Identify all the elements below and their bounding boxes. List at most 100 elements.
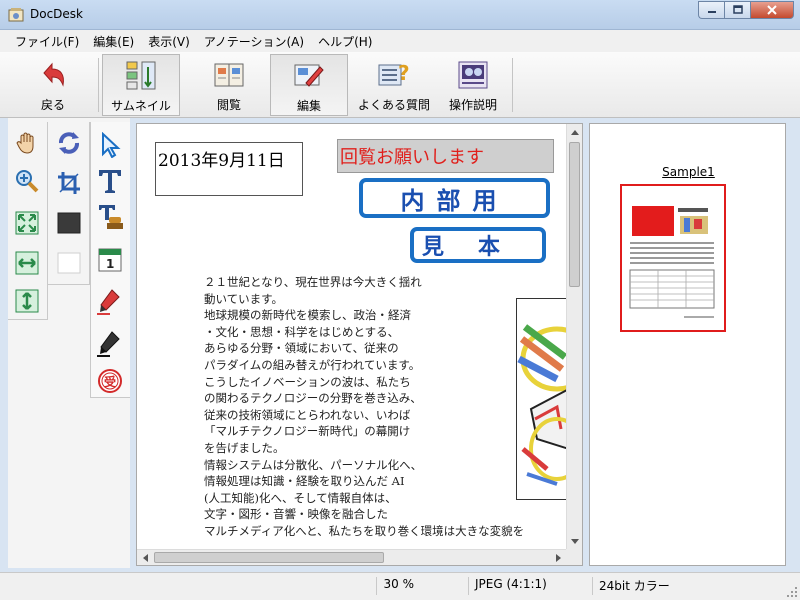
seal-stamp-tool[interactable]: 受 xyxy=(95,366,125,396)
pointer-tool[interactable] xyxy=(95,130,125,160)
body-line: (人工知能)化へ、そして情報自体は、 xyxy=(204,490,397,505)
menu-file[interactable]: ファイル(F) xyxy=(8,33,86,50)
menu-annotation[interactable]: アノテーション(A) xyxy=(197,33,311,50)
edit-icon xyxy=(294,64,324,87)
close-icon xyxy=(767,5,777,15)
back-arrow-icon xyxy=(43,62,64,87)
caret-right-icon xyxy=(556,554,561,562)
minimize-icon xyxy=(707,11,716,13)
red-marker-tool[interactable] xyxy=(95,286,125,316)
faq-question-icon: ? xyxy=(378,61,410,86)
fill-black-tool[interactable] xyxy=(54,208,84,238)
body-line: ２１世紀となり、現在世界は今大きく揺れ xyxy=(204,275,422,289)
caret-left-icon xyxy=(143,554,148,562)
edit-button[interactable]: 編集 xyxy=(270,54,348,116)
scroll-left-arrow[interactable] xyxy=(137,550,153,566)
page-thumbnail[interactable] xyxy=(620,184,726,332)
close-button[interactable] xyxy=(750,1,794,19)
hand-tool[interactable] xyxy=(12,128,42,158)
horizontal-scrollbar[interactable] xyxy=(137,549,567,565)
thumbnail-panel: Sample1 xyxy=(589,123,786,566)
text-tool[interactable] xyxy=(95,166,125,196)
zoom-level: 30 % xyxy=(376,577,468,595)
red-marker-icon xyxy=(97,289,120,315)
fit-width-icon xyxy=(15,251,39,275)
thumbnail-button[interactable]: サムネイル xyxy=(102,54,180,116)
fit-width-tool[interactable] xyxy=(12,248,42,278)
crop-icon xyxy=(58,172,80,194)
date-stamp-icon: 1 xyxy=(98,248,122,272)
date-stamp-tool[interactable]: 1 xyxy=(95,244,125,274)
fill-white-tool[interactable] xyxy=(54,248,84,278)
manual-button[interactable]: 操作説明 xyxy=(440,54,506,116)
black-marker-tool[interactable] xyxy=(95,328,125,358)
vertical-scrollbar[interactable] xyxy=(566,124,582,550)
scroll-right-arrow[interactable] xyxy=(551,550,567,566)
body-line: マルチメディア化へと、私たちを取り巻く環境は大きな変貌を xyxy=(204,523,525,538)
internal-use-stamp[interactable]: 内部用 xyxy=(359,178,550,218)
fit-height-icon xyxy=(15,289,39,313)
caret-down-icon xyxy=(571,539,579,544)
menu-help[interactable]: ヘルプ(H) xyxy=(311,33,379,50)
body-line: こうしたイノベーションの波は、私たち xyxy=(204,374,411,389)
document-viewer[interactable]: 2013年9月11日 回覧お願いします 内部用 見本 ２１世紀となり、現在世界は… xyxy=(136,123,583,566)
svg-text:1: 1 xyxy=(106,257,114,271)
illustration-image xyxy=(516,298,568,500)
zoom-icon xyxy=(16,170,39,193)
thumbnail-icon xyxy=(126,61,156,90)
body-line: 地球規模の新時代を模索し、政治・経済 xyxy=(204,308,411,323)
body-line: あらゆる分野・領域において、従来の xyxy=(204,341,399,356)
menu-view[interactable]: 表示(V) xyxy=(141,33,197,50)
svg-text:受: 受 xyxy=(104,374,116,389)
date-annotation[interactable]: 2013年9月11日 xyxy=(155,142,303,196)
scroll-down-arrow[interactable] xyxy=(567,534,583,550)
maximize-button[interactable] xyxy=(724,1,750,19)
black-marker-icon xyxy=(97,331,120,357)
window-title: DocDesk xyxy=(30,7,84,21)
scroll-corner xyxy=(566,549,582,565)
sample-stamp[interactable]: 見本 xyxy=(410,227,546,263)
zoom-tool[interactable] xyxy=(12,166,42,196)
back-button[interactable]: 戻る xyxy=(20,54,86,116)
fit-height-tool[interactable] xyxy=(12,286,42,316)
faq-button[interactable]: ? よくある質問 xyxy=(352,54,436,116)
body-line: 「マルチテクノロジー新時代」の幕開け xyxy=(204,424,411,439)
image-tools-group xyxy=(48,122,90,285)
vertical-scroll-thumb[interactable] xyxy=(569,142,580,287)
text-stamp-icon xyxy=(99,205,123,229)
scroll-up-arrow[interactable] xyxy=(567,124,583,140)
hand-icon xyxy=(16,132,34,154)
fill-white-icon xyxy=(57,252,81,274)
toolbar: 戻る サムネイル 閲覧 編集 ? よくある質問 操作説明 xyxy=(0,52,800,118)
fill-black-icon xyxy=(57,212,81,234)
view-button[interactable]: 閲覧 xyxy=(192,54,266,116)
horizontal-scroll-thumb[interactable] xyxy=(154,552,384,563)
status-bar: 30 % JPEG (4:1:1) 24bit カラー xyxy=(0,572,800,600)
minimize-button[interactable] xyxy=(698,1,724,19)
pointer-icon xyxy=(102,132,121,158)
body-line: パラダイムの組み替えが行われています。 xyxy=(204,357,421,372)
resize-grip-icon[interactable] xyxy=(786,586,798,598)
rotate-tool[interactable] xyxy=(54,128,84,158)
menu-edit[interactable]: 編集(E) xyxy=(86,33,141,50)
circulation-note[interactable]: 回覧お願いします xyxy=(337,139,554,173)
color-depth: 24bit カラー xyxy=(592,577,778,595)
fit-page-icon xyxy=(15,211,39,235)
rotate-icon xyxy=(59,132,79,154)
tool-panel: 1 受 xyxy=(8,118,130,568)
crop-tool[interactable] xyxy=(54,168,84,198)
body-line: 情報システムは分散化、パーソナル化へ、 xyxy=(204,457,423,472)
body-line: ・文化・思想・科学をはじめとする、 xyxy=(204,324,400,339)
thumbnail-label[interactable]: Sample1 xyxy=(590,165,787,179)
body-line: 情報処理は知識・経験を取り込んだ AI xyxy=(204,474,405,489)
body-line: 従来の技術領域にとらわれない、いわば xyxy=(204,407,411,422)
body-line: 動いています。 xyxy=(204,291,284,306)
fit-page-tool[interactable] xyxy=(12,208,42,238)
status-message xyxy=(10,577,370,595)
text-stamp-tool[interactable] xyxy=(95,202,125,232)
view-tools-group xyxy=(8,122,48,320)
body-line: を告げました。 xyxy=(204,440,285,455)
toolbar-separator xyxy=(98,58,99,112)
maximize-icon xyxy=(732,5,743,14)
body-line: の関わるテクノロジーの分野を巻き込み、 xyxy=(204,391,422,406)
